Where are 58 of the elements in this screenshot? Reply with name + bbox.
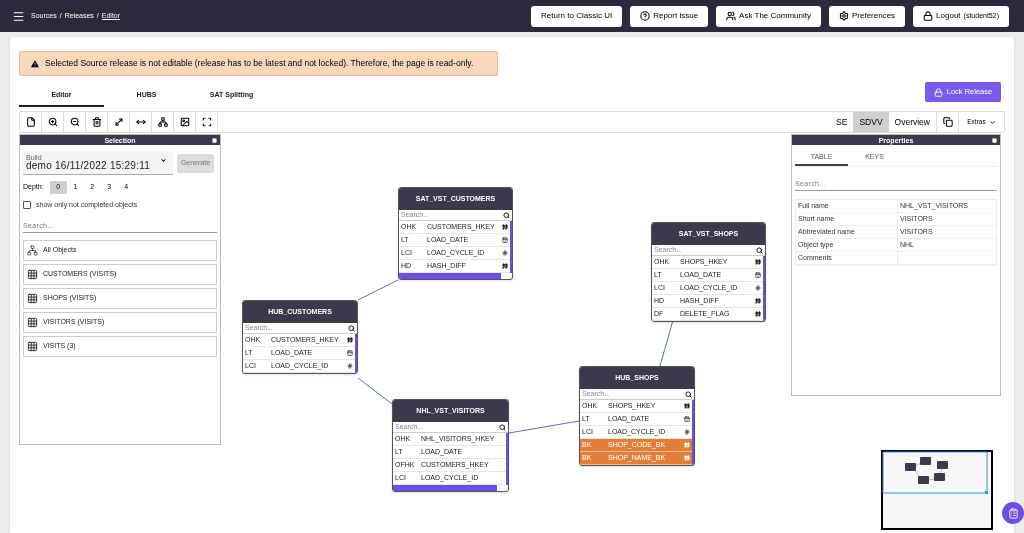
maximize-icon[interactable] xyxy=(992,137,997,143)
checkbox[interactable] xyxy=(23,201,31,210)
quote-icon xyxy=(755,311,761,317)
search-icon xyxy=(503,211,510,219)
fullscreen-icon xyxy=(201,117,212,127)
quote-icon xyxy=(347,337,353,343)
settings-icon xyxy=(838,11,849,21)
minimap-drawing[interactable] xyxy=(881,450,993,530)
view-tab[interactable]: SDVV xyxy=(853,112,889,132)
lock-icon xyxy=(933,87,943,97)
help-icon xyxy=(640,11,651,21)
zoom-out-icon xyxy=(69,117,80,127)
warning-icon xyxy=(30,58,40,69)
alert-text: Selected Source release is not editable (release has to be latest and not locked). Therefore, the page is read-only. xyxy=(45,57,474,70)
maximize-icon[interactable] xyxy=(212,137,217,143)
zoom-in-icon xyxy=(47,117,58,127)
quote-icon xyxy=(684,455,690,461)
scrollbar xyxy=(510,221,512,273)
table-icon xyxy=(27,292,38,304)
quote-icon xyxy=(502,263,508,269)
search-icon xyxy=(348,324,355,332)
table-icon xyxy=(27,268,38,280)
header-button[interactable]: Preferences xyxy=(828,5,906,27)
file-icon xyxy=(25,117,36,127)
people-icon xyxy=(726,11,737,21)
clipboard-icon xyxy=(1007,507,1019,519)
scrollbar xyxy=(506,433,508,485)
quote-icon xyxy=(684,442,690,448)
scrollbar xyxy=(763,256,765,321)
header-button[interactable]: Ask The Community xyxy=(716,5,821,27)
table-icon xyxy=(27,316,38,328)
horizontal-arrow-icon xyxy=(135,117,146,127)
table-icon xyxy=(27,340,38,352)
caret-icon xyxy=(160,157,167,164)
connector-line xyxy=(508,420,580,434)
caret-icon xyxy=(988,118,996,126)
scrollbar xyxy=(355,334,357,373)
quote-icon xyxy=(755,259,761,265)
search-icon xyxy=(756,246,763,254)
trash-icon xyxy=(91,117,102,127)
header-button[interactable]: Report issue xyxy=(630,5,709,27)
scrollbar xyxy=(692,400,694,465)
quote-icon xyxy=(502,224,508,230)
diagonal-arrow-icon xyxy=(113,117,124,127)
quote-icon xyxy=(684,403,690,409)
menu-icon[interactable] xyxy=(12,9,25,23)
search-icon xyxy=(499,423,506,431)
search-icon xyxy=(685,390,692,398)
connector-line xyxy=(357,377,393,405)
lock-icon xyxy=(923,11,934,21)
copy-icon xyxy=(942,117,953,127)
hierarchy-icon xyxy=(157,117,168,127)
hierarchy-icon xyxy=(27,244,38,256)
connector-line xyxy=(357,279,399,301)
quote-icon xyxy=(755,298,761,304)
image-icon xyxy=(179,117,190,127)
chat-button[interactable] xyxy=(1002,502,1024,524)
header-button[interactable]: Return to Classic UI xyxy=(531,5,623,27)
